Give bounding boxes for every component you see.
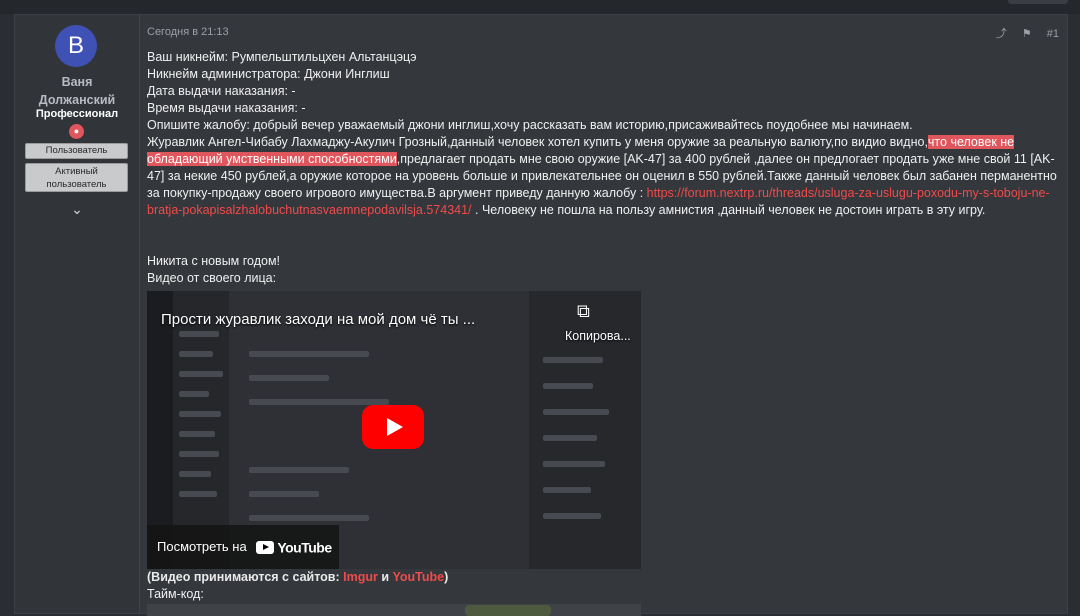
youtube-play-icon (256, 541, 275, 555)
story-part-a: Журавлик Ангел-Чибабу Лахмаджу-Акулич Гр… (147, 135, 928, 149)
line-date: Дата выдачи наказания: - (147, 84, 296, 98)
share-icon[interactable]: ⤴ (996, 25, 1007, 41)
avatar[interactable]: B (55, 25, 97, 67)
line-complaint: Опишите жалобу: добрый вечер уважаемый д… (147, 118, 913, 132)
video-frame-row (179, 431, 215, 437)
timecode-label: Тайм-код: (147, 587, 204, 601)
chevron-down-icon[interactable]: ⌄ (67, 201, 87, 217)
line-admin: Никнейм администратора: Джони Инглиш (147, 67, 390, 81)
video-frame-row (179, 371, 223, 377)
note-and: и (377, 570, 393, 584)
post-actions: ⤴ ⚑ #1 (984, 25, 1059, 41)
line-time: Время выдачи наказания: - (147, 101, 306, 115)
post-number[interactable]: #1 (1047, 28, 1059, 40)
video-embed[interactable]: Прости журавлик заходи на мой дом чё ты … (147, 291, 641, 569)
video-frame-row (249, 467, 349, 473)
top-bar (0, 0, 1080, 14)
post-date[interactable]: Сегодня в 21:13 (147, 26, 229, 38)
video-frame-row (179, 491, 217, 497)
video-frame-row (179, 391, 209, 397)
video-frame-row (249, 491, 319, 497)
top-button[interactable] (1008, 0, 1068, 4)
watch-label: Посмотреть на (157, 539, 247, 554)
video-frame-row (249, 399, 389, 405)
username-line1: Ваня (61, 75, 93, 89)
user-role-icon: ● (69, 124, 84, 139)
note-open: (Видео принимаются с сайтов: (147, 570, 344, 584)
video-frame-row (543, 383, 593, 389)
bookmark-icon[interactable]: ⚑ (1022, 27, 1032, 40)
copy-icon[interactable]: ⧉ (577, 301, 593, 321)
video-frame-row (543, 487, 591, 493)
watch-on-youtube-button[interactable]: Посмотреть на YouTube (147, 525, 339, 569)
video-sources-note: (Видео принимаются с сайтов: Imgur и You… (147, 570, 448, 584)
video-frame-row (179, 351, 213, 357)
video-frame-row (179, 451, 219, 457)
line-nickname: Ваш никнейм: Румпельштильцхен Альтанцэцэ (147, 50, 417, 64)
video-frame-row (179, 471, 211, 477)
post-content: Ваш никнейм: Румпельштильцхен Альтанцэцэ… (147, 49, 1059, 287)
user-banner: Пользователь (25, 143, 128, 159)
active-user-banner: Активный пользователь (25, 163, 128, 192)
user-title: Профессионал (35, 108, 119, 120)
video-frame-row (179, 331, 219, 337)
line-video-label: Видео от своего лица: (147, 271, 277, 285)
user-sidebar: B Ваня Должанский Профессионал ● Пользов… (15, 15, 140, 613)
video-frame-row (543, 357, 603, 363)
video-frame-row (179, 411, 221, 417)
copy-link-label[interactable]: Копирова... (565, 329, 631, 343)
youtube-wordmark: YouTube (277, 539, 332, 556)
forum-post: B Ваня Должанский Профессионал ● Пользов… (14, 14, 1068, 616)
imgur-link[interactable]: Imgur (343, 570, 378, 584)
video-frame-row (543, 435, 597, 441)
video-frame-row (543, 409, 609, 415)
video-frame-row (249, 375, 329, 381)
post-main: Сегодня в 21:13 ⤴ ⚑ #1 Ваш никнейм: Румп… (147, 15, 1067, 616)
story-part-c: . Человеку не пошла на пользу амнистия ,… (471, 203, 986, 217)
play-button[interactable] (362, 405, 424, 449)
video-frame-row (543, 461, 605, 467)
username-line2: Должанский (38, 93, 116, 107)
video-frame-row (249, 351, 369, 357)
youtube-logo: YouTube (256, 525, 332, 569)
line-greeting: Никита с новым годом! (147, 254, 281, 268)
video-frame-row (249, 515, 369, 521)
youtube-link[interactable]: YouTube (393, 570, 445, 584)
video-title[interactable]: Прости журавлик заходи на мой дом чё ты … (161, 311, 581, 328)
note-close: ) (444, 570, 449, 584)
username[interactable]: Ваня Должанский (15, 73, 139, 109)
line-story: Журавлик Ангел-Чибабу Лахмаджу-Акулич Гр… (147, 134, 1059, 219)
video-frame-row (543, 513, 601, 519)
